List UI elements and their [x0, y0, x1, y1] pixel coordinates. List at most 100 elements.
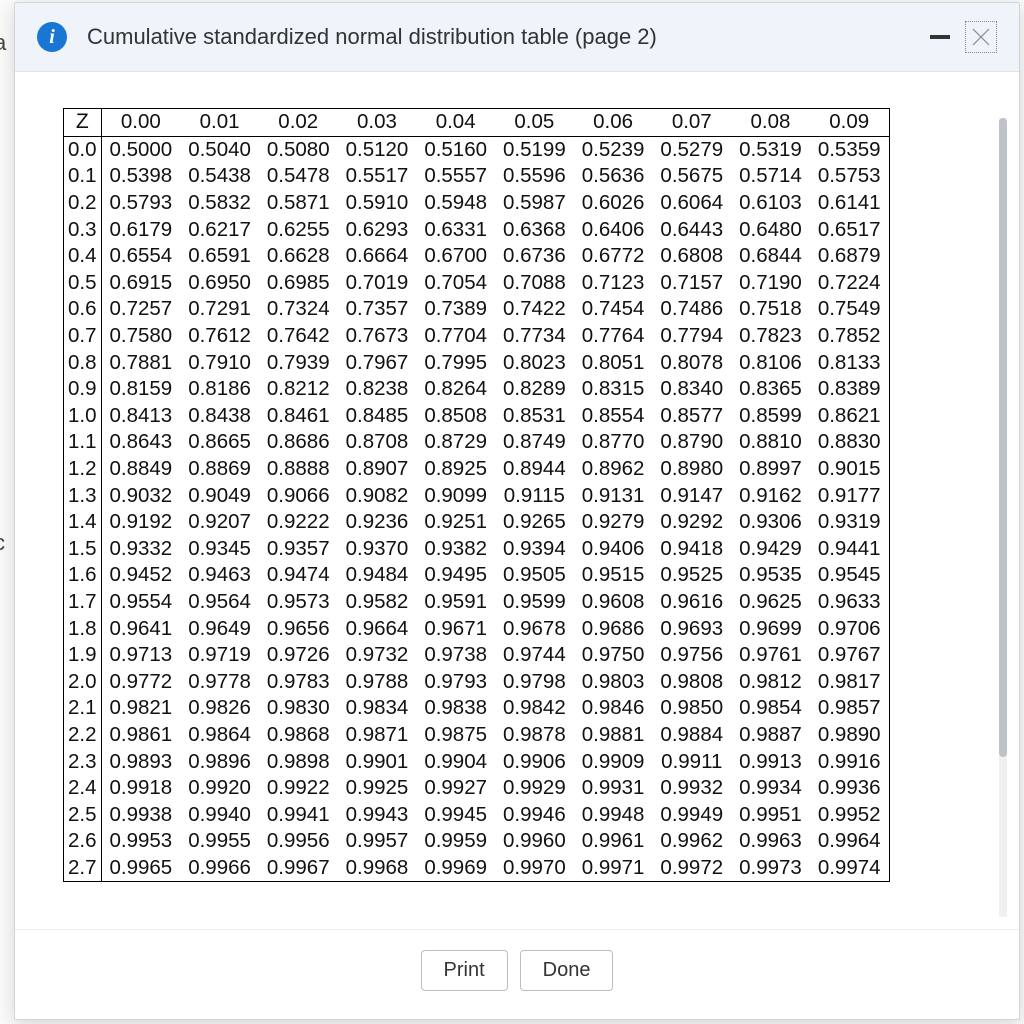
table-cell: 0.9738 [416, 642, 495, 669]
table-cell: 0.6700 [416, 243, 495, 270]
table-cell: 0.9868 [259, 722, 338, 749]
row-z-value: 0.4 [64, 243, 102, 270]
table-cell: 0.9932 [652, 775, 731, 802]
table-cell: 0.5517 [338, 163, 417, 190]
bg-fragment: c [0, 530, 5, 556]
table-cell: 0.9963 [731, 828, 810, 855]
table-cell: 0.9931 [574, 775, 653, 802]
table-cell: 0.8023 [495, 349, 574, 376]
table-cell: 0.9967 [259, 855, 338, 882]
table-cell: 0.9726 [259, 642, 338, 669]
table-cell: 0.7454 [574, 296, 653, 323]
print-button[interactable]: Print [421, 950, 508, 991]
table-cell: 0.9973 [731, 855, 810, 882]
dialog-body: Z0.000.010.020.030.040.050.060.070.080.0… [15, 72, 1019, 929]
done-button[interactable]: Done [520, 950, 614, 991]
table-cell: 0.9830 [259, 695, 338, 722]
close-button[interactable] [965, 21, 997, 53]
table-cell: 0.7088 [495, 270, 574, 297]
table-row: 1.00.84130.84380.84610.84850.85080.85310… [64, 403, 890, 430]
table-cell: 0.9535 [731, 562, 810, 589]
table-cell: 0.7910 [180, 349, 259, 376]
row-z-value: 1.6 [64, 562, 102, 589]
scrollbar-track[interactable] [999, 118, 1007, 917]
col-header: 0.08 [731, 109, 810, 137]
table-cell: 0.9306 [731, 509, 810, 536]
table-cell: 0.9929 [495, 775, 574, 802]
row-z-value: 0.0 [64, 136, 102, 163]
table-cell: 0.9901 [338, 748, 417, 775]
table-cell: 0.8980 [652, 456, 731, 483]
table-cell: 0.9948 [574, 801, 653, 828]
table-cell: 0.9788 [338, 668, 417, 695]
table-cell: 0.8389 [810, 376, 889, 403]
table-cell: 0.8051 [574, 349, 653, 376]
table-cell: 0.6103 [731, 190, 810, 217]
col-header: 0.06 [574, 109, 653, 137]
table-cell: 0.9864 [180, 722, 259, 749]
table-cell: 0.7549 [810, 296, 889, 323]
table-cell: 0.9927 [416, 775, 495, 802]
table-cell: 0.7939 [259, 349, 338, 376]
table-row: 1.50.93320.93450.93570.93700.93820.93940… [64, 536, 890, 563]
table-cell: 0.6331 [416, 216, 495, 243]
table-cell: 0.8212 [259, 376, 338, 403]
table-cell: 0.8289 [495, 376, 574, 403]
table-cell: 0.6844 [731, 243, 810, 270]
table-cell: 0.9756 [652, 642, 731, 669]
table-cell: 0.7612 [180, 323, 259, 350]
table-cell: 0.9608 [574, 589, 653, 616]
table-cell: 0.7389 [416, 296, 495, 323]
table-cell: 0.9236 [338, 509, 417, 536]
table-cell: 0.6915 [101, 270, 180, 297]
table-cell: 0.9279 [574, 509, 653, 536]
info-glyph: i [49, 26, 55, 49]
table-cell: 0.9890 [810, 722, 889, 749]
table-cell: 0.9817 [810, 668, 889, 695]
table-cell: 0.9846 [574, 695, 653, 722]
table-cell: 0.6808 [652, 243, 731, 270]
table-cell: 0.9332 [101, 536, 180, 563]
table-cell: 0.5987 [495, 190, 574, 217]
table-viewport[interactable]: Z0.000.010.020.030.040.050.060.070.080.0… [63, 108, 983, 928]
table-cell: 0.5160 [416, 136, 495, 163]
table-cell: 0.9965 [101, 855, 180, 882]
table-cell: 0.7422 [495, 296, 574, 323]
table-cell: 0.9969 [416, 855, 495, 882]
table-cell: 0.7580 [101, 323, 180, 350]
table-cell: 0.9649 [180, 615, 259, 642]
table-cell: 0.8869 [180, 456, 259, 483]
table-cell: 0.9966 [180, 855, 259, 882]
table-cell: 0.9826 [180, 695, 259, 722]
table-cell: 0.9131 [574, 482, 653, 509]
table-cell: 0.6879 [810, 243, 889, 270]
table-cell: 0.7673 [338, 323, 417, 350]
table-row: 2.50.99380.99400.99410.99430.99450.99460… [64, 801, 890, 828]
bg-fragment: a [0, 30, 6, 56]
table-cell: 0.9936 [810, 775, 889, 802]
table-cell: 0.9957 [338, 828, 417, 855]
table-cell: 0.9099 [416, 482, 495, 509]
table-cell: 0.9916 [810, 748, 889, 775]
table-cell: 0.9082 [338, 482, 417, 509]
scrollbar-thumb[interactable] [999, 118, 1007, 757]
row-z-value: 2.2 [64, 722, 102, 749]
table-cell: 0.9744 [495, 642, 574, 669]
table-row: 2.30.98930.98960.98980.99010.99040.99060… [64, 748, 890, 775]
table-cell: 0.8159 [101, 376, 180, 403]
table-cell: 0.9251 [416, 509, 495, 536]
table-cell: 0.9964 [810, 828, 889, 855]
table-cell: 0.8997 [731, 456, 810, 483]
table-cell: 0.9452 [101, 562, 180, 589]
table-cell: 0.5675 [652, 163, 731, 190]
col-header: 0.09 [810, 109, 889, 137]
table-cell: 0.5714 [731, 163, 810, 190]
table-cell: 0.5832 [180, 190, 259, 217]
row-z-value: 2.1 [64, 695, 102, 722]
minimize-button[interactable] [927, 24, 953, 50]
table-cell: 0.8577 [652, 403, 731, 430]
table-cell: 0.6026 [574, 190, 653, 217]
table-cell: 0.9871 [338, 722, 417, 749]
table-cell: 0.9066 [259, 482, 338, 509]
table-cell: 0.9699 [731, 615, 810, 642]
